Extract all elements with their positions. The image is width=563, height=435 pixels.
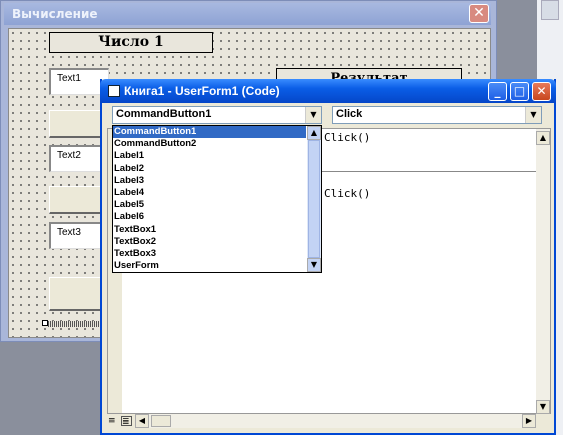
maximize-button[interactable]: □: [510, 82, 529, 101]
scroll-left-icon[interactable]: ◀: [135, 414, 149, 428]
procedure-view-icon[interactable]: ≡: [108, 416, 119, 426]
code-line[interactable]: Click(): [324, 131, 370, 144]
code-line[interactable]: Click(): [324, 187, 370, 200]
scroll-down-icon[interactable]: ▼: [536, 400, 550, 414]
close-button[interactable]: ✕: [532, 82, 551, 101]
scroll-up-icon[interactable]: ▲: [307, 126, 321, 140]
dropdown-item[interactable]: Label2: [113, 163, 306, 175]
scroll-down-icon[interactable]: ▼: [307, 258, 321, 272]
scroll-up-icon[interactable]: ▲: [536, 131, 550, 145]
selection-hatch: [48, 321, 103, 327]
dropdown-item[interactable]: Label6: [113, 211, 306, 223]
dropdown-item[interactable]: UserForm: [113, 260, 306, 272]
dropdown-item[interactable]: Label3: [113, 175, 306, 187]
label-number1[interactable]: Число 1: [49, 32, 213, 53]
dropdown-item[interactable]: CommandButton1: [113, 126, 306, 138]
dropdown-arrow-icon[interactable]: ▼: [305, 107, 321, 123]
dropdown-scroll-thumb[interactable]: [308, 140, 320, 258]
code-window-icon: [108, 85, 120, 97]
dropdown-item[interactable]: CommandButton2: [113, 138, 306, 150]
dropdown-item[interactable]: Label4: [113, 187, 306, 199]
object-combo[interactable]: CommandButton1: [112, 106, 322, 124]
dropdown-item[interactable]: TextBox1: [113, 224, 306, 236]
horizontal-scroll-thumb[interactable]: [151, 415, 171, 427]
minimize-button[interactable]: _: [488, 82, 507, 101]
dropdown-arrow-icon[interactable]: ▼: [525, 107, 541, 123]
procedure-separator: [322, 171, 536, 172]
userform-title: Вычисление: [12, 7, 98, 21]
form-button-3[interactable]: [49, 277, 105, 311]
userform-close-button[interactable]: ✕: [469, 4, 489, 23]
dropdown-item[interactable]: Label1: [113, 150, 306, 162]
form-button-1[interactable]: [49, 110, 105, 138]
code-window-title: Книга1 - UserForm1 (Code): [124, 84, 280, 98]
horizontal-scrollbar[interactable]: [135, 414, 536, 428]
background-scroll-button[interactable]: [541, 0, 559, 20]
dropdown-item[interactable]: TextBox2: [113, 236, 306, 248]
scroll-right-icon[interactable]: ▶: [522, 414, 536, 428]
full-module-view-icon[interactable]: ≣: [121, 416, 132, 427]
form-button-2[interactable]: [49, 186, 105, 214]
dropdown-item[interactable]: Label5: [113, 199, 306, 211]
procedure-combo[interactable]: Click: [332, 106, 542, 124]
dropdown-item[interactable]: TextBox3: [113, 248, 306, 260]
vertical-scrollbar[interactable]: [536, 129, 550, 413]
